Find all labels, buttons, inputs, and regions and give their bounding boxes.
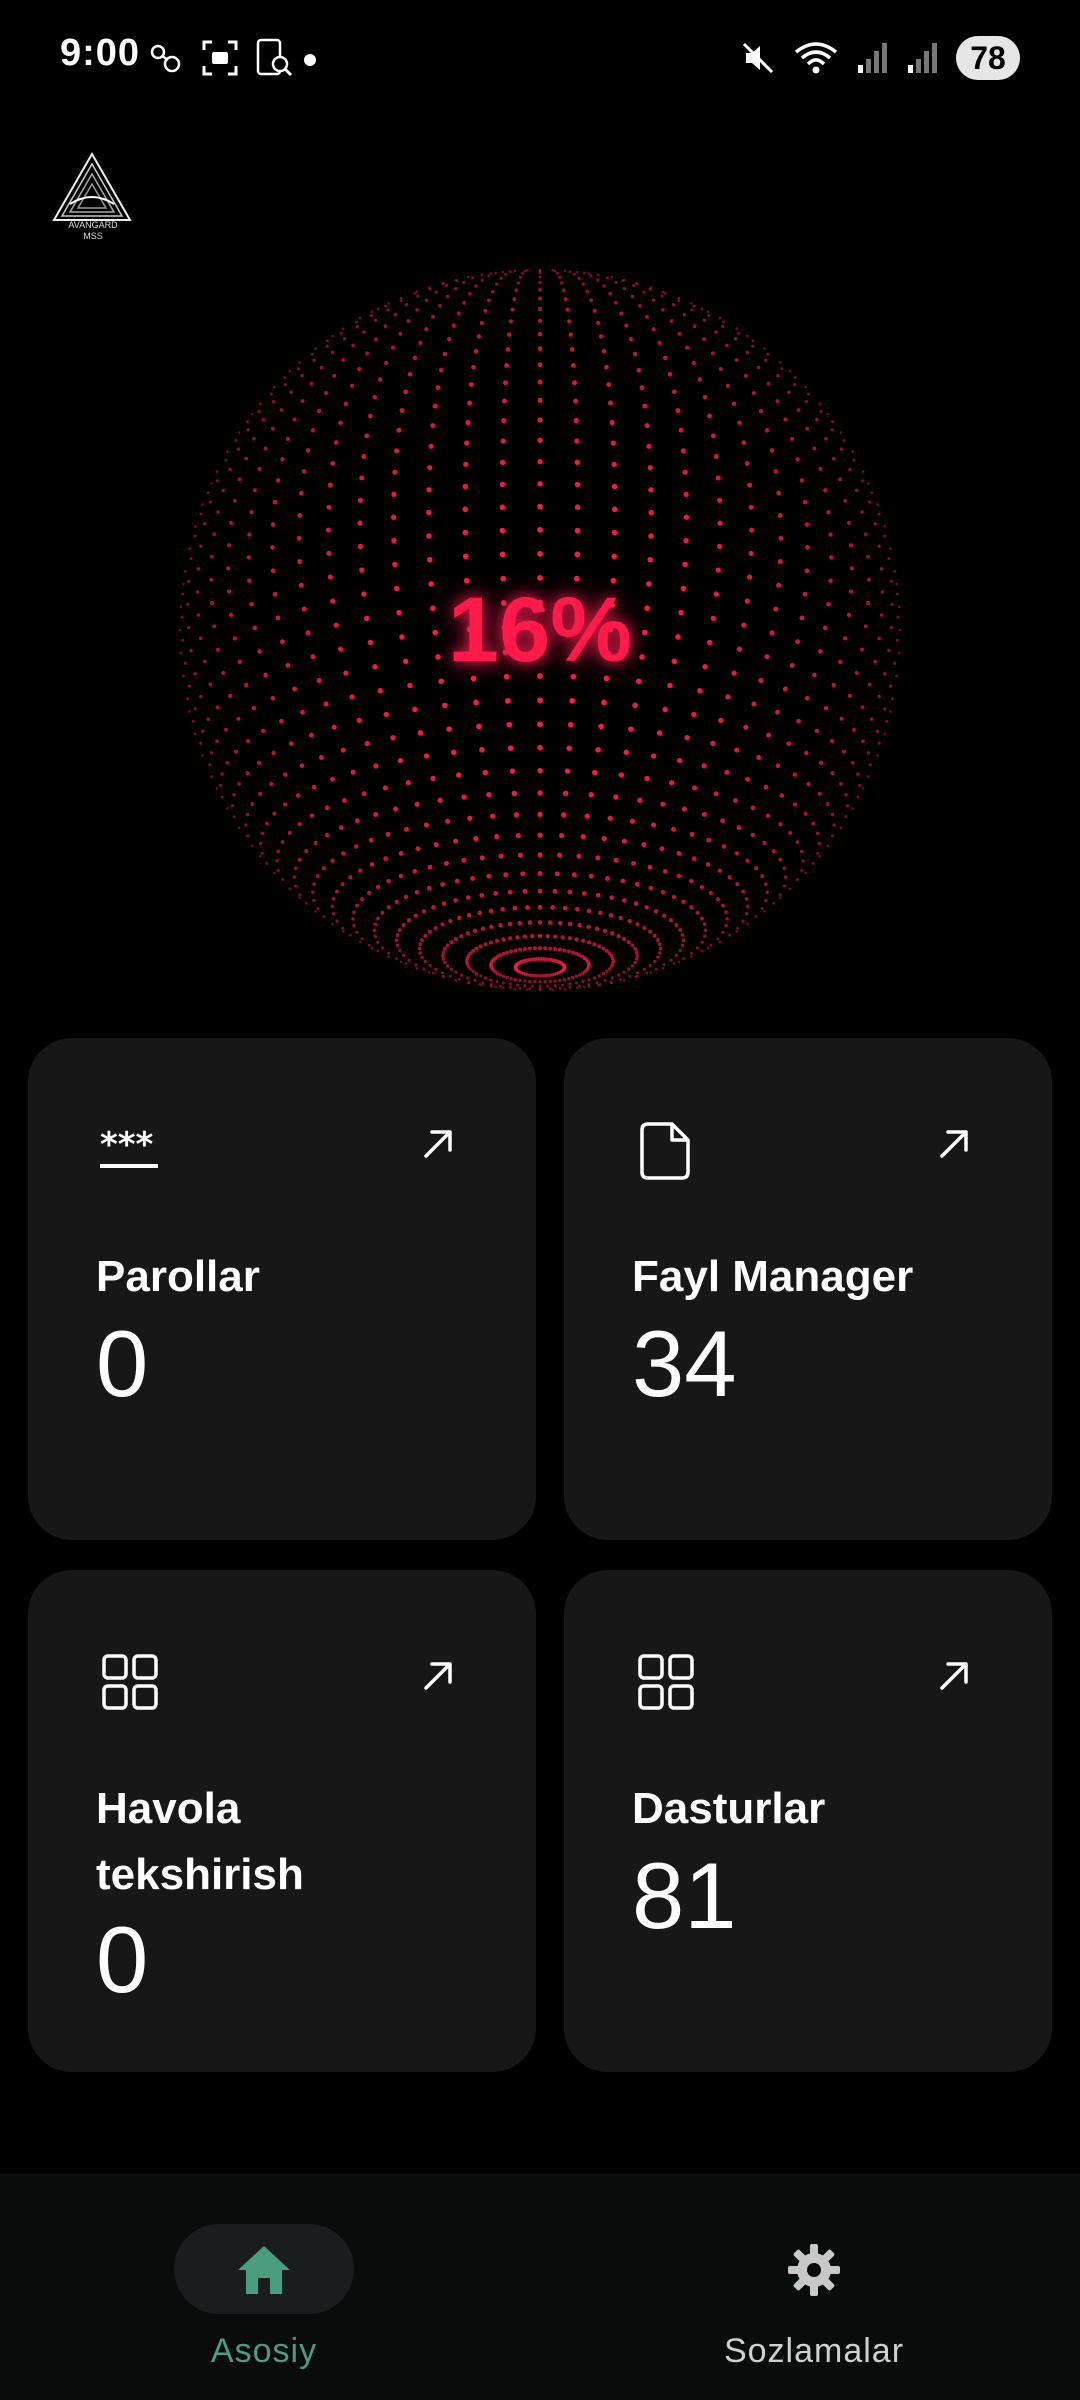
card-title: Fayl Manager <box>632 1252 914 1301</box>
nav-settings-label: Sozlamalar <box>723 2332 905 2370</box>
status-time: 9:00 <box>60 32 141 74</box>
logo-text: AVANGARD MSS <box>68 220 118 241</box>
file-manager-card[interactable]: Fayl Manager 34 <box>564 1038 1052 1540</box>
file-icon <box>640 1122 690 1180</box>
scan-app-icon <box>256 38 293 77</box>
nav-home-label: Asosiy <box>210 2332 318 2370</box>
notification-dot <box>304 54 316 66</box>
card-title: Havola tekshirish <box>96 1784 304 1899</box>
vpn-key-icon <box>150 44 181 73</box>
card-value: 0 <box>96 1907 149 2012</box>
screenshot-icon <box>202 40 238 76</box>
grid-icon <box>638 1654 694 1710</box>
signal-2-icon <box>908 43 937 73</box>
password-dots-icon: *** <box>100 1125 158 1168</box>
card-title: Dasturlar <box>632 1784 826 1833</box>
gear-icon <box>788 2244 840 2296</box>
card-title: Parollar <box>96 1252 260 1301</box>
open-arrow-icon <box>424 1130 452 1158</box>
passwords-card[interactable]: *** Parollar 0 <box>28 1038 536 1540</box>
open-arrow-icon <box>940 1662 968 1690</box>
card-value: 0 <box>96 1311 149 1416</box>
mute-icon <box>742 42 774 74</box>
apps-card[interactable]: Dasturlar 81 <box>564 1570 1052 2072</box>
home-icon <box>238 2246 290 2294</box>
grid-icon <box>102 1654 158 1710</box>
card-value: 34 <box>632 1311 737 1416</box>
nav-home[interactable]: Asosiy <box>114 2210 414 2370</box>
bottom-navigation: Asosiy Sozlamalar <box>0 2174 1080 2400</box>
nav-settings[interactable]: Sozlamalar <box>664 2210 964 2370</box>
status-bar: 9:00 78 <box>0 0 1080 120</box>
card-value: 81 <box>632 1843 737 1948</box>
svg-text:***: *** <box>100 1125 154 1165</box>
notification-icons <box>146 38 294 78</box>
progress-percent: 16% <box>447 578 633 681</box>
signal-1-icon <box>858 43 887 73</box>
wifi-icon <box>794 42 838 74</box>
system-icons: 78 <box>740 36 1020 80</box>
protection-progress-sphere: 16% <box>170 260 910 1000</box>
battery-indicator: 78 <box>956 36 1020 80</box>
link-check-card[interactable]: Havola tekshirish 0 <box>28 1570 536 2072</box>
open-arrow-icon <box>940 1130 968 1158</box>
home-screen: 9:00 78 AVANGARD MSS 16% *** Parollar 0 … <box>0 0 1080 2400</box>
open-arrow-icon <box>424 1662 452 1690</box>
